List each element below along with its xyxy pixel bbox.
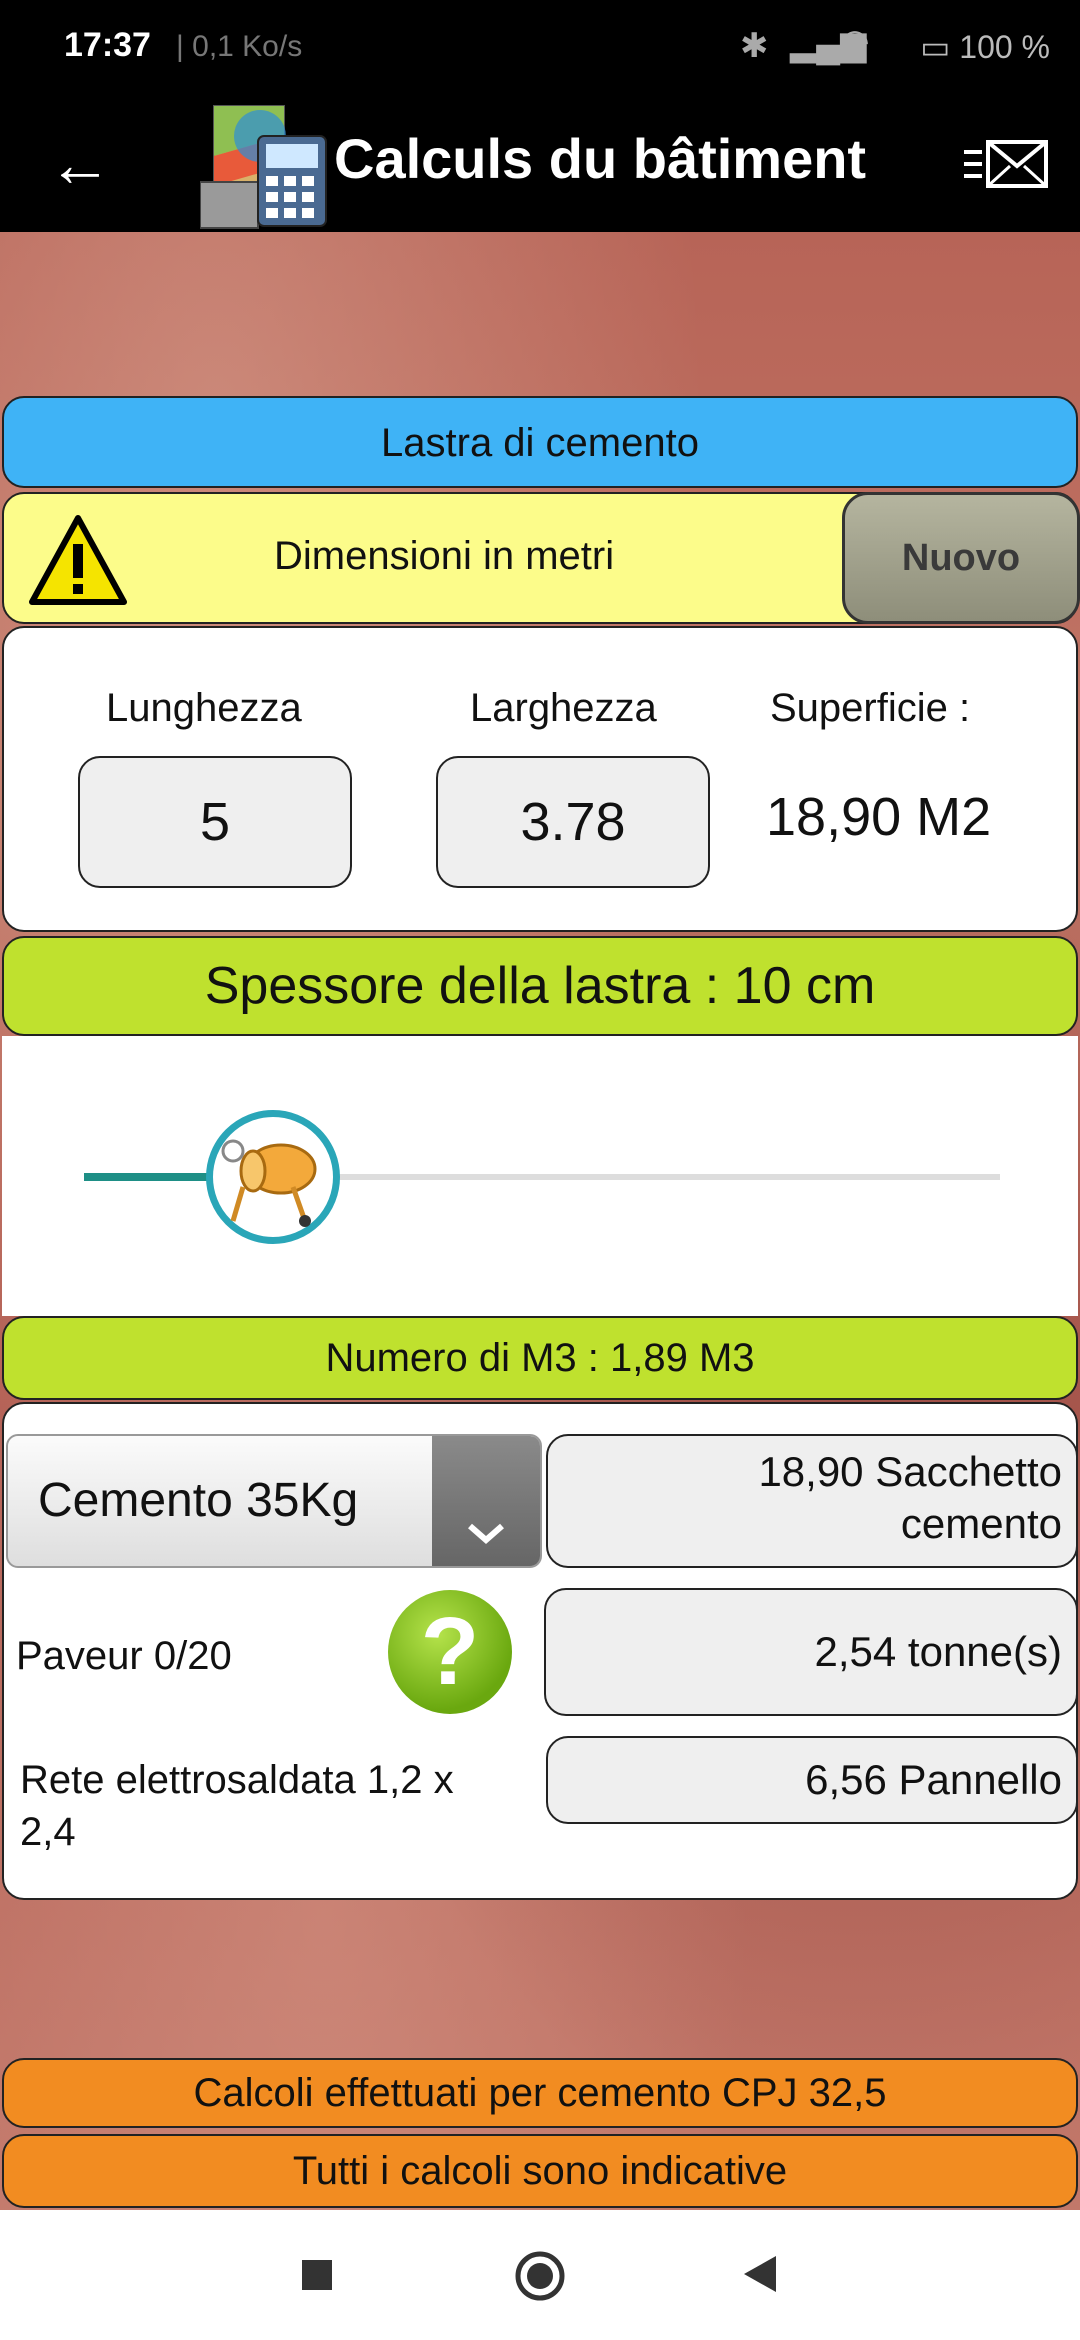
thickness-slider-panel	[2, 1036, 1078, 1316]
app-logo	[199, 96, 332, 230]
back-arrow-icon[interactable]: ←	[48, 124, 128, 204]
battery-icon: ▭	[920, 29, 960, 65]
length-input[interactable]: 5	[78, 756, 352, 888]
length-label: Lunghezza	[106, 686, 302, 730]
thickness-label: Spessore della lastra : 10 cm	[2, 936, 1078, 1036]
app-title: Calculs du bâtiment	[334, 127, 867, 190]
mesh-label-line1: Rete elettrosaldata 1,2 x	[20, 1758, 454, 1802]
chevron-down-icon[interactable]	[432, 1436, 540, 1566]
cement-result: 18,90 Sacchetto cemento	[546, 1434, 1078, 1568]
paver-result: 2,54 tonne(s)	[544, 1588, 1078, 1716]
cement-note: Calcoli effettuati per cemento CPJ 32,5	[2, 2058, 1078, 2128]
battery-percent: 100 %	[959, 29, 1050, 65]
paver-label: Paveur 0/20	[16, 1634, 232, 1678]
home-circle-icon[interactable]	[514, 2250, 566, 2307]
width-input[interactable]: 3.78	[436, 756, 710, 888]
mesh-label: Rete elettrosaldata 1,2 x 2,4	[20, 1754, 454, 1858]
status-bar: 17:37 | 0,1 Ko/s ✱ ▂▄▆ ◠ ▭ 100 %	[0, 0, 1080, 96]
wifi-icon: ◠	[840, 23, 870, 61]
recents-square-icon[interactable]	[300, 2258, 334, 2297]
dimensions-notice: Dimensioni in metri Nuovo	[2, 492, 1080, 624]
volume-label: Numero di M3 : 1,89 M3	[2, 1316, 1078, 1400]
warning-icon	[28, 514, 128, 606]
mesh-result: 6,56 Pannello	[546, 1736, 1078, 1824]
width-label: Larghezza	[470, 686, 657, 730]
new-button[interactable]: Nuovo	[842, 492, 1080, 624]
help-question-icon[interactable]: ?	[388, 1590, 512, 1714]
section-header: Lastra di cemento	[2, 396, 1078, 488]
indicative-note: Tutti i calcoli sono indicative	[2, 2134, 1078, 2208]
mesh-label-line2: 2,4	[20, 1810, 76, 1854]
app-bar: ← Calculs du bâtiment	[0, 96, 1080, 232]
navigation-bar	[0, 2210, 1080, 2340]
back-triangle-icon[interactable]	[742, 2254, 778, 2299]
cement-type-select[interactable]: Cemento 35Kg	[6, 1434, 542, 1568]
dimensions-note: Dimensioni in metri	[274, 534, 615, 578]
area-value: 18,90 M2	[766, 787, 992, 847]
status-time: 17:37	[64, 26, 151, 64]
cement-result-line1: 18,90 Sacchetto	[758, 1448, 1062, 1495]
battery-indicator: ▭ 100 %	[920, 28, 1050, 66]
bluetooth-icon: ✱	[740, 27, 769, 65]
cement-mixer-slider-thumb-icon[interactable]	[206, 1110, 341, 1244]
area-label: Superficie :	[770, 686, 971, 730]
cement-type-value: Cemento 35Kg	[38, 1474, 359, 1527]
cement-result-line2: cemento	[900, 1500, 1062, 1547]
materials-panel: Cemento 35Kg 18,90 Sacchetto cemento Pav…	[2, 1402, 1078, 1900]
menu-mail-icon[interactable]	[960, 136, 1050, 196]
dimensions-panel: Lunghezza 5 Larghezza 3.78 Superficie : …	[2, 626, 1078, 932]
network-speed: | 0,1 Ko/s	[176, 30, 303, 63]
